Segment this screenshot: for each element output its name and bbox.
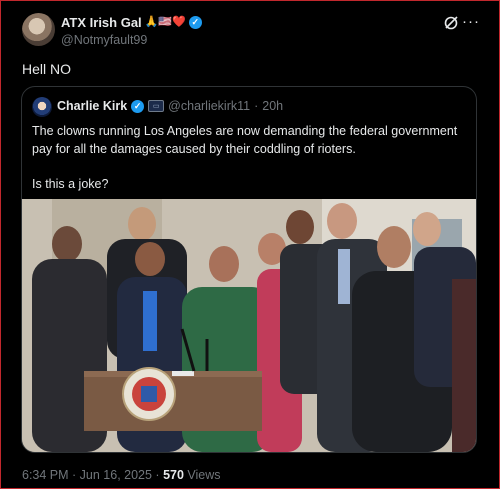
author-avatar[interactable] [22, 13, 55, 46]
quoted-text: The clowns running Los Angeles are now d… [32, 123, 468, 193]
quoted-time[interactable]: 20h [262, 99, 283, 113]
author-name-row: ATX Irish Gal 🙏🇺🇸❤️ ✓ [61, 15, 202, 30]
views-label: Views [187, 468, 221, 482]
press-conference-photo[interactable] [22, 199, 476, 452]
grok-icon[interactable] [442, 14, 460, 32]
quoted-display-name[interactable]: Charlie Kirk [57, 99, 127, 113]
quoted-handle[interactable]: @charliekirk11 [168, 99, 250, 113]
post-text: Hell NO [22, 61, 72, 77]
quoted-separator: · [254, 99, 259, 113]
tweet: ATX Irish Gal 🙏🇺🇸❤️ ✓ @Notmyfault99 ··· … [0, 0, 500, 489]
quoted-tweet[interactable]: Charlie Kirk ✓ ▭ @charliekirk11 · 20h Th… [21, 86, 477, 453]
quoted-text-line2: Is this a joke? [32, 176, 109, 191]
author-name-emoji: 🙏🇺🇸❤️ [144, 16, 186, 28]
quoted-verified-badge-icon[interactable]: ✓ [131, 99, 145, 113]
views-count: 570 [163, 468, 184, 482]
author-display-name[interactable]: ATX Irish Gal [61, 15, 142, 30]
more-options-icon[interactable]: ··· [462, 13, 480, 31]
post-meta: 6:34 PM · Jun 16, 2025 · 570 Views [22, 468, 221, 482]
quoted-text-line1: The clowns running Los Angeles are now d… [32, 124, 458, 156]
author-handle[interactable]: @Notmyfault99 [61, 33, 147, 47]
quoted-author-avatar[interactable] [32, 97, 52, 117]
verified-badge-icon[interactable]: ✓ [188, 16, 202, 29]
post-timestamp[interactable]: 6:34 PM · Jun 16, 2025 · [22, 468, 160, 482]
affiliate-badge-icon[interactable]: ▭ [148, 100, 165, 112]
quoted-header: Charlie Kirk ✓ ▭ @charliekirk11 · 20h [57, 99, 283, 113]
